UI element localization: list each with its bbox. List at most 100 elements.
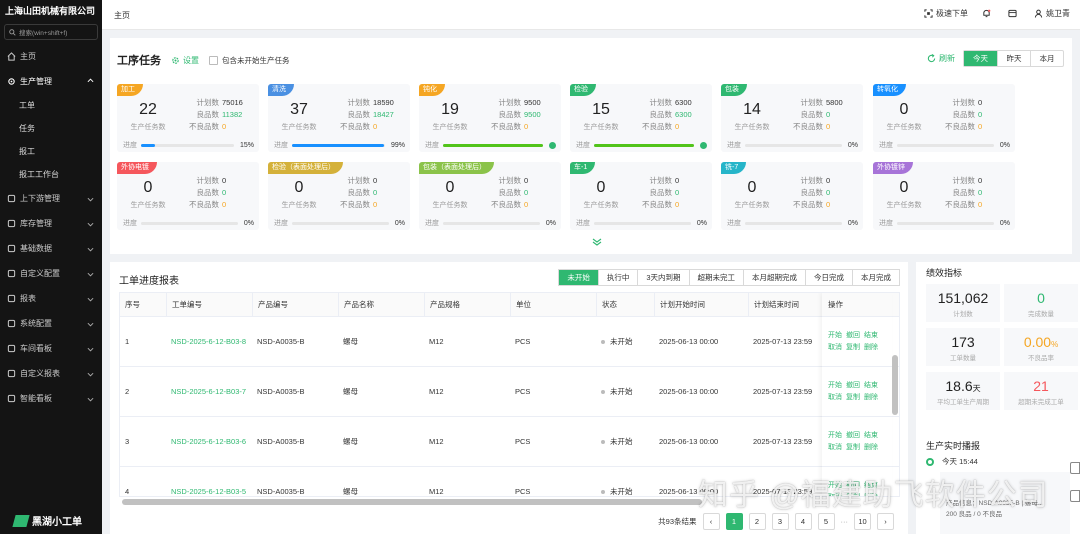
task-card[interactable]: 清洗 37 生产任务数 计划数 18590 良品数 18427 不良品数 0 进度 99% <box>268 84 410 152</box>
column-header[interactable]: 产品规格 <box>424 293 510 317</box>
task-card[interactable]: 铣-7 0 生产任务数 计划数 0 良品数 0 不良品数 0 进度 0% <box>721 162 863 230</box>
side-chat-icon[interactable] <box>1070 462 1080 474</box>
settings-button[interactable]: 设置 <box>171 55 199 66</box>
sidebar-subitem-report[interactable]: 报工 <box>0 140 102 163</box>
op-delete-link[interactable]: 删除 <box>864 344 878 351</box>
op-finish-link[interactable]: 结束 <box>864 332 878 339</box>
column-header[interactable]: 工单编号 <box>166 293 252 317</box>
op-cancel-link[interactable]: 取消 <box>828 344 842 351</box>
stat-value-bad: 0 <box>826 122 831 131</box>
op-finish-link[interactable]: 结束 <box>864 382 878 389</box>
page-2[interactable]: 2 <box>748 513 766 530</box>
quick-order-button[interactable]: 极速下单 <box>924 8 968 19</box>
op-finish-link[interactable]: 结束 <box>864 432 878 439</box>
op-cancel-link[interactable]: 取消 <box>828 444 842 451</box>
table-row[interactable]: 3 NSD-2025-6-12-B03-6 NSD-A0035-B 螺母 M12 PCS 未… <box>120 417 899 467</box>
refresh-button[interactable]: 刷新 <box>927 53 955 64</box>
tab-0[interactable]: 未开始 <box>559 270 598 285</box>
page-3[interactable]: 3 <box>771 513 789 530</box>
page-10[interactable]: 10 <box>854 513 871 530</box>
page-4[interactable]: 4 <box>794 513 812 530</box>
refresh-label: 刷新 <box>939 54 955 63</box>
sidebar-item-production[interactable]: 生产管理 <box>0 69 102 94</box>
ops-line: 开始 撤回 结束 <box>828 430 892 442</box>
sidebar-item-database[interactable]: 基础数据 <box>0 236 102 261</box>
tab-6[interactable]: 本月完成 <box>852 270 899 285</box>
cell-code[interactable]: NSD-2025-6-12-B03-7 <box>166 367 252 417</box>
column-header[interactable]: 序号 <box>120 293 166 317</box>
task-card[interactable]: 车-1 0 生产任务数 计划数 0 良品数 0 不良品数 0 进度 0% <box>570 162 712 230</box>
sidebar-item-config[interactable]: 自定义配置 <box>0 261 102 286</box>
breadcrumb[interactable]: 主页 <box>114 10 130 21</box>
op-copy-link[interactable]: 复制 <box>846 394 860 401</box>
range-yesterday[interactable]: 昨天 <box>997 51 1030 66</box>
column-header[interactable]: 计划开始时间 <box>654 293 748 317</box>
sidebar-subitem-report-workbench[interactable]: 报工工作台 <box>0 163 102 186</box>
cell-code[interactable]: NSD-2025-6-12-B03-6 <box>166 417 252 467</box>
page-1[interactable]: 1 <box>725 513 743 530</box>
op-copy-link[interactable]: 复制 <box>846 444 860 451</box>
column-header[interactable]: 产品编号 <box>252 293 338 317</box>
op-start-link[interactable]: 开始 <box>828 382 842 389</box>
sidebar-item-custom-report[interactable]: 自定义报表 <box>0 361 102 386</box>
cell-code[interactable]: NSD-2025-6-12-B03-5 <box>166 467 252 496</box>
task-stats: 计划数 9500 良品数 9500 不良品数 0 <box>487 97 541 133</box>
task-card[interactable]: 外协电镀 0 生产任务数 计划数 0 良品数 0 不良品数 0 进度 0% <box>117 162 259 230</box>
next-page-button[interactable]: › <box>877 513 894 530</box>
sidebar-item-chain[interactable]: 上下游管理 <box>0 186 102 211</box>
column-header[interactable]: 单位 <box>510 293 596 317</box>
sidebar-subitem-task[interactable]: 任务 <box>0 117 102 140</box>
tab-2[interactable]: 3天内到期 <box>637 270 688 285</box>
op-revoke-link[interactable]: 撤回 <box>846 332 860 339</box>
op-cancel-link[interactable]: 取消 <box>828 394 842 401</box>
sidebar-item-warehouse[interactable]: 库存管理 <box>0 211 102 236</box>
column-header[interactable]: 计划结束时间 <box>748 293 822 317</box>
app-switch-button[interactable] <box>1008 9 1020 18</box>
sidebar-subitem-workorder[interactable]: 工单 <box>0 94 102 117</box>
op-copy-link[interactable]: 复制 <box>846 344 860 351</box>
task-card[interactable]: 外协镀锌 0 生产任务数 计划数 0 良品数 0 不良品数 0 进度 0% <box>873 162 1015 230</box>
user-menu[interactable]: 姚卫青 <box>1034 8 1070 19</box>
table-row[interactable]: 1 NSD-2025-6-12-B03-8 NSD-A0035-B 螺母 M12 PCS 未… <box>120 317 899 367</box>
tab-1[interactable]: 执行中 <box>597 270 638 285</box>
notification-button[interactable] <box>982 9 994 18</box>
task-card[interactable]: 加工 22 生产任务数 计划数 75016 良品数 11382 不良品数 0 进度 15% <box>117 84 259 152</box>
stat-value-plan: 9500 <box>524 98 541 107</box>
task-card[interactable]: 转氧化 0 生产任务数 计划数 0 良品数 0 不良品数 0 进度 0% <box>873 84 1015 152</box>
vertical-scrollbar[interactable] <box>892 355 898 415</box>
horizontal-scrollbar[interactable] <box>122 499 702 505</box>
include-unstarted-checkbox[interactable]: 包含未开始生产任务 <box>209 55 290 66</box>
prev-page-button[interactable]: ‹ <box>702 513 720 530</box>
task-card[interactable]: 检验（表面处理后） 0 生产任务数 计划数 0 良品数 0 不良品数 0 进度 0% <box>268 162 410 230</box>
op-delete-link[interactable]: 删除 <box>864 444 878 451</box>
column-header[interactable]: 状态 <box>596 293 654 317</box>
metric-value-text: 21 <box>1033 378 1049 394</box>
range-month[interactable]: 本月 <box>1030 51 1063 66</box>
cell-code[interactable]: NSD-2025-6-12-B03-8 <box>166 317 252 367</box>
task-count-label: 生产任务数 <box>281 202 317 209</box>
sidebar-item-home[interactable]: 主页 <box>0 44 102 69</box>
sidebar-item-report[interactable]: 报表 <box>0 286 102 311</box>
op-revoke-link[interactable]: 撤回 <box>846 382 860 389</box>
expand-chevron-icon[interactable] <box>592 238 602 246</box>
column-header[interactable]: 产品名称 <box>338 293 424 317</box>
sidebar-item-smart-board[interactable]: 智能看板 <box>0 386 102 411</box>
tab-3[interactable]: 超期未完工 <box>688 270 744 285</box>
sidebar-item-dashboard[interactable]: 车间看板 <box>0 336 102 361</box>
op-start-link[interactable]: 开始 <box>828 332 842 339</box>
search-input[interactable]: 搜索(win+shift+f) <box>4 24 98 40</box>
sidebar-item-settings[interactable]: 系统配置 <box>0 311 102 336</box>
task-card[interactable]: 包装 14 生产任务数 计划数 5800 良品数 0 不良品数 0 进度 0% <box>721 84 863 152</box>
op-revoke-link[interactable]: 撤回 <box>846 432 860 439</box>
tab-5[interactable]: 今日完成 <box>805 270 852 285</box>
tab-4[interactable]: 本月超期完成 <box>743 270 805 285</box>
task-card[interactable]: 包装（表面处理后） 0 生产任务数 计划数 0 良品数 0 不良品数 0 进度 0% <box>419 162 561 230</box>
task-card[interactable]: 检验 15 生产任务数 计划数 6300 良品数 6300 不良品数 0 进度 <box>570 84 712 152</box>
page-5[interactable]: 5 <box>817 513 835 530</box>
table-row[interactable]: 2 NSD-2025-6-12-B03-7 NSD-A0035-B 螺母 M12 PCS 未… <box>120 367 899 417</box>
side-help-icon[interactable] <box>1070 490 1080 502</box>
op-start-link[interactable]: 开始 <box>828 432 842 439</box>
range-today[interactable]: 今天 <box>964 51 997 66</box>
task-card[interactable]: 钝化 19 生产任务数 计划数 9500 良品数 9500 不良品数 0 进度 <box>419 84 561 152</box>
op-delete-link[interactable]: 删除 <box>864 394 878 401</box>
